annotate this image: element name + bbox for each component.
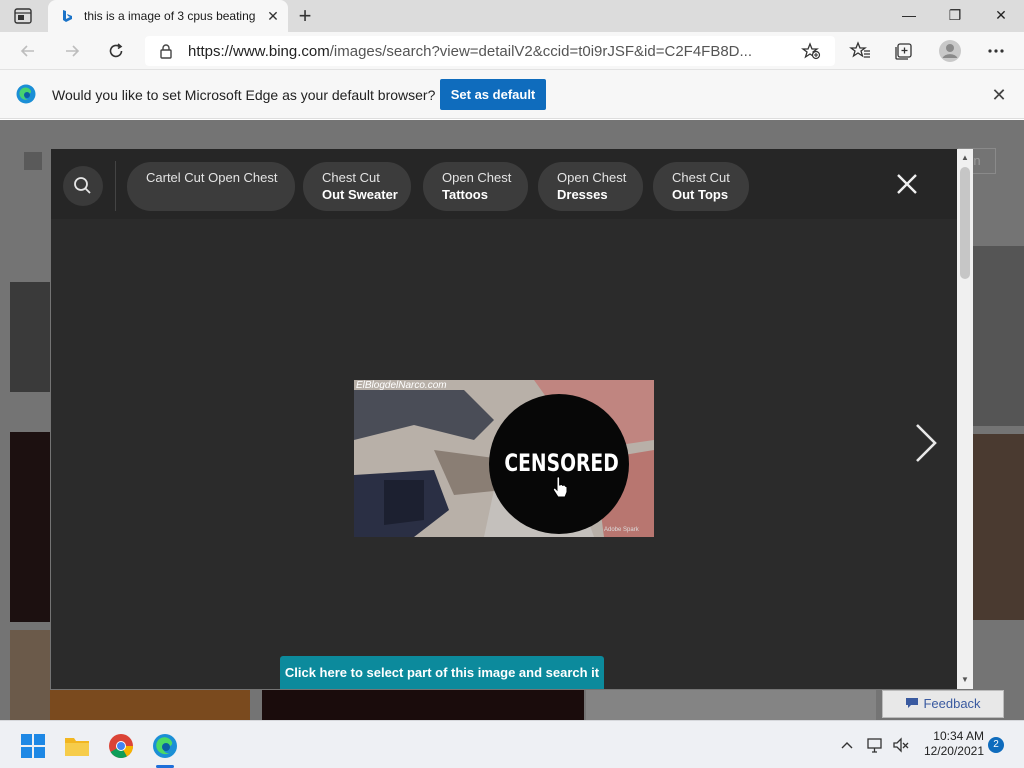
chip-label-1: Cartel Cut Open Chest bbox=[146, 170, 278, 185]
back-arrow-icon bbox=[20, 45, 34, 57]
more-options-icon[interactable] bbox=[985, 41, 1007, 61]
feedback-chat-icon bbox=[906, 698, 919, 708]
new-tab-button[interactable]: + bbox=[294, 5, 316, 27]
chip-label-1: Chest Cut bbox=[672, 170, 730, 185]
related-search-chip[interactable]: Chest Cut Out Tops bbox=[653, 162, 749, 211]
microsoft-logo-icon bbox=[24, 152, 42, 170]
window-close-button[interactable]: ✕ bbox=[978, 0, 1024, 32]
visual-search-button[interactable] bbox=[63, 166, 103, 206]
url-text[interactable]: https://www.bing.com/images/search?view=… bbox=[188, 43, 788, 60]
related-search-chip[interactable]: Cartel Cut Open Chest bbox=[127, 162, 295, 211]
minimize-button[interactable]: — bbox=[886, 0, 932, 32]
thumbnail[interactable] bbox=[973, 246, 1024, 426]
chip-label-2: Out Sweater bbox=[322, 187, 398, 202]
tab-close-icon[interactable]: ✕ bbox=[265, 8, 281, 24]
thumbnail[interactable] bbox=[10, 282, 50, 392]
tab-title: this is a image of 3 cpus beating bbox=[84, 9, 256, 23]
edge-taskbar-icon[interactable] bbox=[152, 733, 178, 759]
feedback-button[interactable]: Feedback bbox=[882, 690, 1004, 718]
volume-muted-icon[interactable] bbox=[892, 735, 910, 755]
thumbnail[interactable] bbox=[10, 432, 50, 622]
chip-label-2: Tattoos bbox=[442, 187, 488, 202]
chrome-icon[interactable] bbox=[108, 733, 134, 759]
notification-badge[interactable]: 2 bbox=[988, 737, 1004, 753]
default-browser-banner: Would you like to set Microsoft Edge as … bbox=[0, 70, 1024, 119]
back-button[interactable] bbox=[14, 38, 42, 64]
thumbnail[interactable] bbox=[973, 434, 1024, 620]
browser-tab-active[interactable]: this is a image of 3 cpus beating ✕ bbox=[48, 0, 288, 32]
forward-arrow-icon bbox=[66, 45, 80, 57]
tab-strip: this is a image of 3 cpus beating ✕ + — … bbox=[0, 0, 1024, 32]
chip-label-1: Open Chest bbox=[557, 170, 627, 185]
refresh-button[interactable] bbox=[102, 38, 130, 64]
next-image-icon[interactable] bbox=[913, 421, 939, 465]
scroll-down-arrow-icon[interactable]: ▼ bbox=[957, 673, 973, 687]
thumbnail[interactable] bbox=[586, 690, 876, 720]
forward-button[interactable] bbox=[58, 38, 86, 64]
main-image[interactable]: ElBlogdelNarco.com CENSORED Adobe Spark bbox=[354, 380, 654, 537]
scroll-thumb[interactable] bbox=[960, 167, 970, 279]
select-part-search-button[interactable]: Click here to select part of this image … bbox=[280, 656, 604, 689]
clock-date: 12/20/2021 bbox=[923, 744, 984, 758]
set-as-default-button[interactable]: Set as default bbox=[440, 79, 546, 110]
url-host: https://www.bing.com bbox=[188, 43, 330, 60]
related-search-chip[interactable]: Open Chest Dresses bbox=[538, 162, 643, 211]
banner-close-icon[interactable]: ✕ bbox=[990, 86, 1008, 104]
tab-actions-icon[interactable] bbox=[14, 8, 32, 24]
edge-logo-icon bbox=[16, 84, 36, 104]
thumbnail[interactable] bbox=[50, 690, 250, 720]
system-clock[interactable]: 10:34 AM 12/20/2021 bbox=[920, 729, 984, 759]
related-search-chip[interactable]: Chest Cut Out Sweater bbox=[303, 162, 411, 211]
clock-time: 10:34 AM bbox=[933, 729, 984, 743]
divider bbox=[115, 161, 116, 211]
windows-start-icon[interactable] bbox=[20, 733, 46, 759]
censored-label: CENSORED bbox=[504, 449, 619, 477]
browser-toolbar: https://www.bing.com/images/search?view=… bbox=[0, 32, 1024, 70]
windows-taskbar: 10:34 AM 12/20/2021 2 bbox=[0, 720, 1024, 768]
close-viewer-icon[interactable] bbox=[894, 171, 920, 197]
url-path: /images/search?view=detailV2&ccid=t0i9rJ… bbox=[329, 43, 753, 60]
chip-label-2: Out Tops bbox=[672, 187, 729, 202]
feedback-label: Feedback bbox=[923, 696, 981, 711]
censored-overlay: CENSORED bbox=[489, 394, 629, 534]
refresh-icon bbox=[109, 43, 123, 58]
add-favorite-icon[interactable] bbox=[801, 42, 821, 60]
banner-message: Would you like to set Microsoft Edge as … bbox=[52, 87, 436, 103]
collections-icon[interactable] bbox=[893, 41, 915, 61]
bing-favicon-icon bbox=[63, 10, 72, 22]
profile-avatar-icon[interactable] bbox=[938, 39, 962, 63]
image-detail-viewer: Cartel Cut Open Chest Chest Cut Out Swea… bbox=[51, 149, 957, 689]
chip-label-2: Dresses bbox=[557, 187, 608, 202]
chip-label-1: Chest Cut bbox=[322, 170, 380, 185]
image-credit: Adobe Spark bbox=[604, 527, 639, 533]
chip-label-1: Open Chest bbox=[442, 170, 512, 185]
hand-cursor-icon bbox=[552, 476, 568, 498]
show-hidden-icons-icon[interactable] bbox=[840, 735, 854, 755]
restore-button[interactable]: ❐ bbox=[932, 0, 978, 32]
related-search-chip[interactable]: Open Chest Tattoos bbox=[423, 162, 528, 211]
thumbnail[interactable] bbox=[10, 630, 50, 720]
favorites-icon[interactable] bbox=[849, 41, 871, 61]
address-bar[interactable]: https://www.bing.com/images/search?view=… bbox=[145, 36, 835, 66]
search-icon bbox=[74, 177, 91, 194]
file-explorer-icon[interactable] bbox=[64, 733, 90, 759]
related-searches-bar: Cartel Cut Open Chest Chest Cut Out Swea… bbox=[51, 149, 957, 219]
scroll-up-arrow-icon[interactable]: ▲ bbox=[957, 151, 973, 165]
network-icon[interactable] bbox=[866, 735, 884, 755]
thumbnail[interactable] bbox=[262, 690, 584, 720]
image-watermark: ElBlogdelNarco.com bbox=[356, 380, 447, 391]
lock-icon[interactable] bbox=[159, 43, 173, 59]
page-scrollbar[interactable]: ▲ ▼ bbox=[957, 149, 973, 689]
